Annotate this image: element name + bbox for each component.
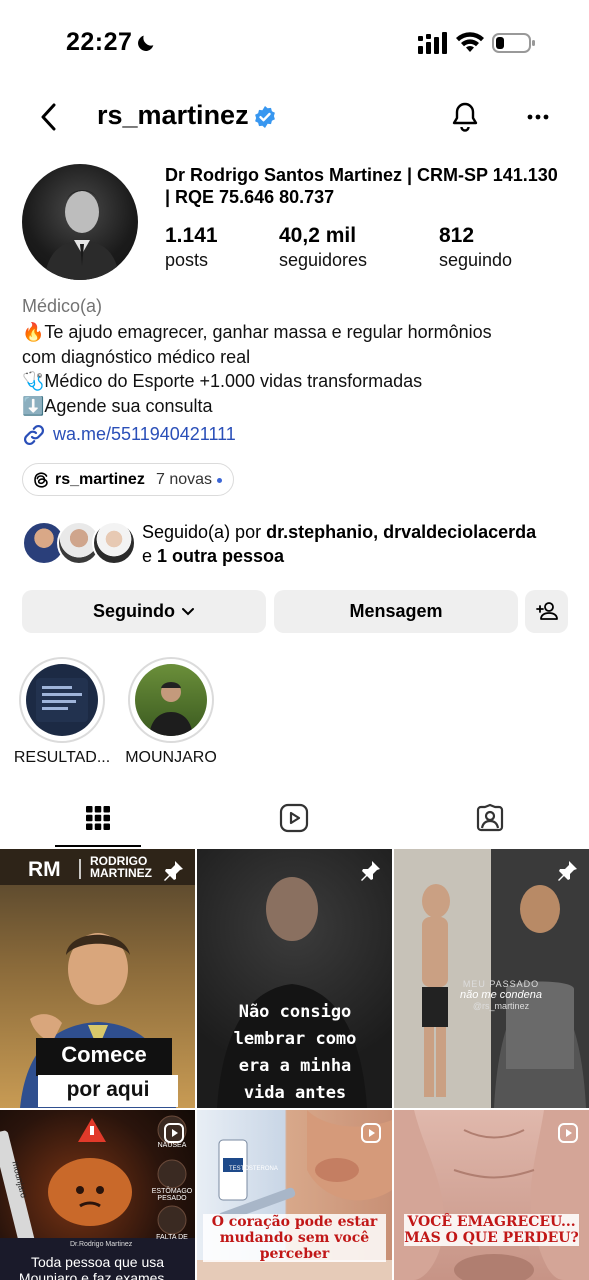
wifi-icon [456,32,484,52]
highlight-results[interactable]: RESULTAD... [14,657,110,766]
avatar-portrait [44,190,120,280]
link-icon [23,424,45,446]
threads-new-dot [217,478,222,483]
bell-icon[interactable] [448,100,482,134]
bio-line: ⬇️Agende sua consulta [22,395,213,416]
signal-icon [418,32,447,54]
post-caption: O coração pode estar mudando sem você pe… [203,1214,386,1262]
grid-post[interactable]: mounjaro NÁUSEA ESTÔMAGO PESADO FALTA DE… [0,1110,195,1280]
followed-by-prefix: Seguido(a) por [142,522,267,542]
grid-icon [86,806,110,830]
followed-by-middle: e [142,546,158,566]
tagged-icon [476,803,504,832]
tab-reels[interactable] [196,795,392,847]
highlight-ring [128,657,214,743]
grid-post[interactable]: RM RODRIGO MARTINEZ Comece por aqui [0,849,195,1108]
add-user-icon [535,602,558,620]
threads-icon [34,472,48,488]
moon-icon [138,35,154,51]
highlight-label: RESULTAD... [13,749,111,766]
chevron-down-icon [182,608,194,616]
battery-icon [492,33,535,53]
posts-grid: RM RODRIGO MARTINEZ Comece por aqui Não … [0,849,589,1280]
svg-text:RM: RM [28,858,61,881]
profile-username: rs_martinez [97,100,249,130]
pin-icon [164,861,183,881]
post-caption: não me condena [460,989,542,1001]
highlight-label: MOUNJARO [125,749,217,766]
post-caption: Toda pessoa que usa [30,1254,165,1270]
profile-category: Médico(a) [22,296,103,316]
post-label: TESTOSTERONA [229,1166,278,1172]
post-caption: VOCÊ EMAGRECEU... MAS O QUE PERDEU? [404,1214,579,1246]
post-label: ESTÔMAGO PESADO [151,1188,193,1202]
post-image: RM [0,849,195,1108]
status-time: 22:27 [66,28,133,56]
followed-by-text[interactable]: Seguido(a) por dr.stephanio, drvaldeciol… [142,520,582,568]
post-caption-small: MEU PASSADO [462,979,540,989]
add-user-button[interactable] [525,590,568,633]
highlight-thumbnail [135,664,207,736]
post-label: FALTA DE [156,1234,188,1241]
profile-full-name: Dr Rodrigo Santos Martinez | CRM-SP 141.… [165,165,558,207]
tab-grid[interactable] [0,795,196,847]
bio-line: com diagnóstico médico real [22,346,251,367]
reel-icon [164,1123,184,1143]
avatar [92,521,136,565]
stat-followers[interactable]: 40,2 mil seguidores [279,224,367,272]
stat-following-value: 812 [439,224,475,247]
grid-post[interactable]: MEU PASSADO não me condena @rs_martinez [394,849,589,1108]
threads-badge[interactable]: rs_martinez 7 novas [22,463,234,496]
stat-posts-value: 1.141 [165,224,218,247]
pin-icon [558,861,577,881]
stat-following-label: seguindo [439,250,513,270]
highlight-mounjaro[interactable]: MOUNJARO [125,657,217,766]
stat-following[interactable]: 812 seguindo [439,224,512,272]
threads-username: rs_martinez [55,471,145,488]
post-caption: Comece [61,1042,147,1067]
highlight-thumbnail [26,664,98,736]
following-button[interactable]: Seguindo [22,590,266,633]
profile-avatar[interactable] [22,164,138,280]
profile-header: rs_martinez [0,88,589,146]
reel-icon [558,1123,578,1143]
profile-link-text[interactable]: wa.me/5511940421111 [53,424,236,445]
post-caption: por aqui [66,1078,150,1101]
followed-by-names: dr.stephanio, drvaldeciolacerda [266,522,537,542]
message-button-label: Mensagem [349,601,443,621]
post-author: Dr.Rodrigo Martinez [70,1241,133,1248]
reels-icon [279,803,309,833]
highlight-ring [19,657,105,743]
verified-badge-icon [255,106,275,128]
more-icon[interactable] [521,104,555,130]
grid-post[interactable]: VOCÊ EMAGRECEU... MAS O QUE PERDEU? [394,1110,589,1280]
back-icon[interactable] [34,98,68,136]
post-caption: Não consigo lembrar como era a minha vid… [233,1002,357,1103]
profile-tabs [0,795,589,847]
bio-line: 🩺Médico do Esporte +1.000 vidas transfor… [22,371,423,391]
grid-post[interactable]: TESTOSTERONA O coração pode estar mudand… [197,1110,392,1280]
stat-followers-value: 40,2 mil [279,224,357,247]
profile-bio: 🔥Te ajudo emagrecer, ganhar massa e regu… [22,320,582,418]
followed-by-avatars[interactable] [22,521,137,565]
tab-active-indicator [55,845,141,847]
bio-line: 🔥Te ajudo emagrecer, ganhar massa e regu… [22,322,492,342]
stat-posts-label: posts [165,250,209,270]
stat-posts[interactable]: 1.141 posts [165,224,218,272]
stat-followers-label: seguidores [279,250,368,270]
following-button-label: Seguindo [93,601,175,621]
grid-post[interactable]: Não consigo lembrar como era a minha vid… [197,849,392,1108]
threads-new-count: 7 novas [156,471,213,488]
reel-icon [361,1123,381,1143]
tab-tagged[interactable] [392,795,588,847]
pin-icon [361,861,380,881]
followed-by-others: 1 outra pessoa [157,546,285,566]
post-caption: Mounjaro e faz exames... [18,1270,177,1280]
post-handle: @rs_martinez [472,1001,530,1011]
message-button[interactable]: Mensagem [274,590,518,633]
status-bar: 22:27 [0,0,589,88]
